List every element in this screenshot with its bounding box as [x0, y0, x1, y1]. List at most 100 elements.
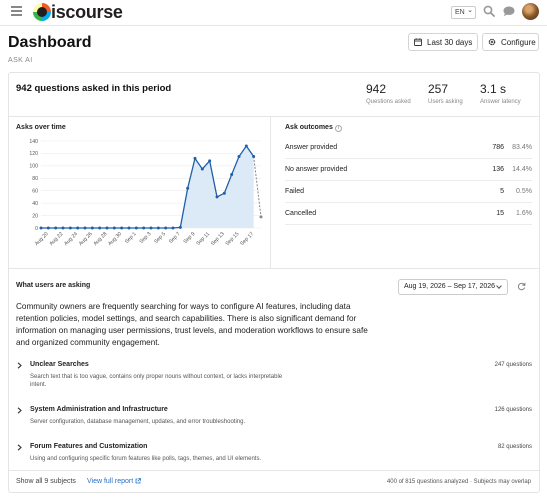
outcome-row: Cancelled 15 1.6%	[285, 203, 532, 225]
x-tick-label: Sep 15	[225, 231, 241, 247]
x-tick-label: Aug 24	[63, 231, 79, 247]
outcome-percent: 0.5%	[516, 188, 532, 195]
logo-text: iscourse	[51, 1, 123, 22]
subject-description: Search text that is too vague, contains …	[30, 374, 283, 388]
divider	[9, 268, 539, 269]
data-point	[39, 226, 43, 230]
x-tick-label: Aug 28	[93, 231, 109, 247]
outcome-percent: 1.6%	[516, 210, 532, 217]
y-tick-label: 120	[29, 151, 38, 157]
data-point	[208, 159, 212, 163]
info-icon[interactable]: i	[334, 125, 342, 132]
search-icon[interactable]	[483, 5, 495, 17]
configure-button-label: Configure	[501, 37, 536, 47]
data-point	[127, 226, 131, 230]
analyzed-note: 400 of 815 questions analyzed · Subjects…	[386, 479, 531, 485]
subject-count: 82 questions	[497, 444, 532, 450]
stat-label: Users asking	[428, 99, 463, 105]
page-subtitle: ASK AI	[8, 57, 33, 64]
subject-title: System Administration and Infrastructure	[30, 406, 168, 413]
data-point	[237, 155, 241, 159]
stat-label: Questions asked	[366, 99, 411, 105]
stat-value: 257	[428, 82, 449, 96]
show-all-subjects-link[interactable]: Show all 9 subjects	[16, 478, 76, 485]
date-range-select[interactable]: Aug 19, 2026 – Sep 17, 2026	[398, 279, 508, 295]
x-tick-label: Sep 7	[168, 231, 182, 245]
data-point	[112, 226, 116, 230]
outcome-row: No answer provided 136 14.4%	[285, 159, 532, 181]
chat-icon[interactable]	[503, 6, 515, 17]
data-point	[76, 226, 80, 230]
y-tick-label: 0	[35, 226, 38, 232]
y-tick-label: 80	[32, 176, 38, 182]
data-point	[178, 225, 182, 229]
chevron-right-icon[interactable]	[16, 444, 23, 451]
data-point	[105, 226, 109, 230]
outcome-row: Failed 5 0.5%	[285, 181, 532, 203]
outcome-row: Answer provided 786 83.4%	[285, 137, 532, 159]
divider	[270, 117, 271, 269]
data-point	[149, 226, 153, 230]
outcome-count: 786	[492, 144, 504, 151]
site-logo[interactable]: iscourse	[33, 2, 123, 22]
refresh-icon[interactable]	[517, 282, 526, 291]
data-point	[222, 191, 226, 195]
data-point	[83, 226, 87, 230]
y-tick-label: 60	[32, 189, 38, 195]
data-point	[90, 226, 94, 230]
x-tick-label: Sep 17	[239, 231, 255, 247]
data-point	[98, 226, 102, 230]
x-tick-label: Sep 1	[124, 231, 138, 245]
x-tick-label: Aug 30	[107, 231, 123, 247]
stat-label: Answer latency	[480, 99, 521, 105]
subject-forum-features[interactable]: Forum Features and Customization Using a…	[16, 443, 532, 467]
subject-description: Server configuration, database managemen…	[30, 419, 246, 425]
x-tick-label: Aug 22	[49, 231, 65, 247]
subject-unclear-searches[interactable]: Unclear Searches Search text that is too…	[16, 361, 532, 391]
outcome-count: 15	[496, 210, 504, 217]
period-button[interactable]: Last 30 days	[408, 33, 478, 51]
hamburger-menu-icon[interactable]	[11, 6, 22, 16]
data-point	[61, 226, 65, 230]
data-point	[68, 226, 72, 230]
outcome-label: Answer provided	[285, 144, 338, 151]
view-full-report-link[interactable]: View full report	[87, 478, 142, 485]
asks-over-time-title: Asks over time	[16, 124, 66, 131]
x-tick-label: Aug 20	[34, 231, 50, 247]
data-point	[230, 173, 234, 177]
data-point	[259, 215, 263, 219]
page-title: Dashboard	[8, 34, 92, 51]
data-point	[164, 226, 168, 230]
data-point	[134, 226, 138, 230]
ai-summary-text: Community owners are frequently searchin…	[16, 302, 368, 347]
y-tick-label: 140	[29, 139, 38, 145]
data-point	[54, 226, 58, 230]
outcome-percent: 83.4%	[512, 144, 532, 151]
data-point	[244, 144, 248, 148]
stat-questions-asked: 942 Questions asked	[366, 82, 411, 105]
gear-icon	[488, 38, 496, 46]
chevron-right-icon[interactable]	[16, 362, 23, 369]
data-point	[156, 226, 160, 230]
data-point	[186, 186, 190, 190]
y-tick-label: 20	[32, 213, 38, 219]
outcome-label: No answer provided	[285, 166, 348, 173]
stat-answer-latency: 3.1 s Answer latency	[480, 82, 521, 105]
stat-users-asking: 257 Users asking	[428, 82, 463, 105]
x-tick-label: Sep 11	[195, 231, 211, 247]
data-point	[171, 226, 175, 230]
chevron-right-icon[interactable]	[16, 407, 23, 414]
divider	[9, 116, 539, 117]
outcome-label: Failed	[285, 188, 305, 195]
user-avatar[interactable]	[522, 3, 539, 20]
stat-value: 3.1 s	[480, 82, 507, 96]
subject-system-administration[interactable]: System Administration and Infrastructure…	[16, 406, 532, 430]
divider	[9, 470, 539, 471]
subject-title: Unclear Searches	[30, 361, 89, 368]
x-tick-label: Sep 9	[183, 231, 197, 245]
language-select[interactable]: EN	[451, 5, 476, 19]
calendar-icon	[414, 38, 422, 46]
x-tick-label: Sep 5	[153, 231, 167, 245]
configure-button[interactable]: Configure	[482, 33, 539, 51]
data-point	[46, 226, 50, 230]
